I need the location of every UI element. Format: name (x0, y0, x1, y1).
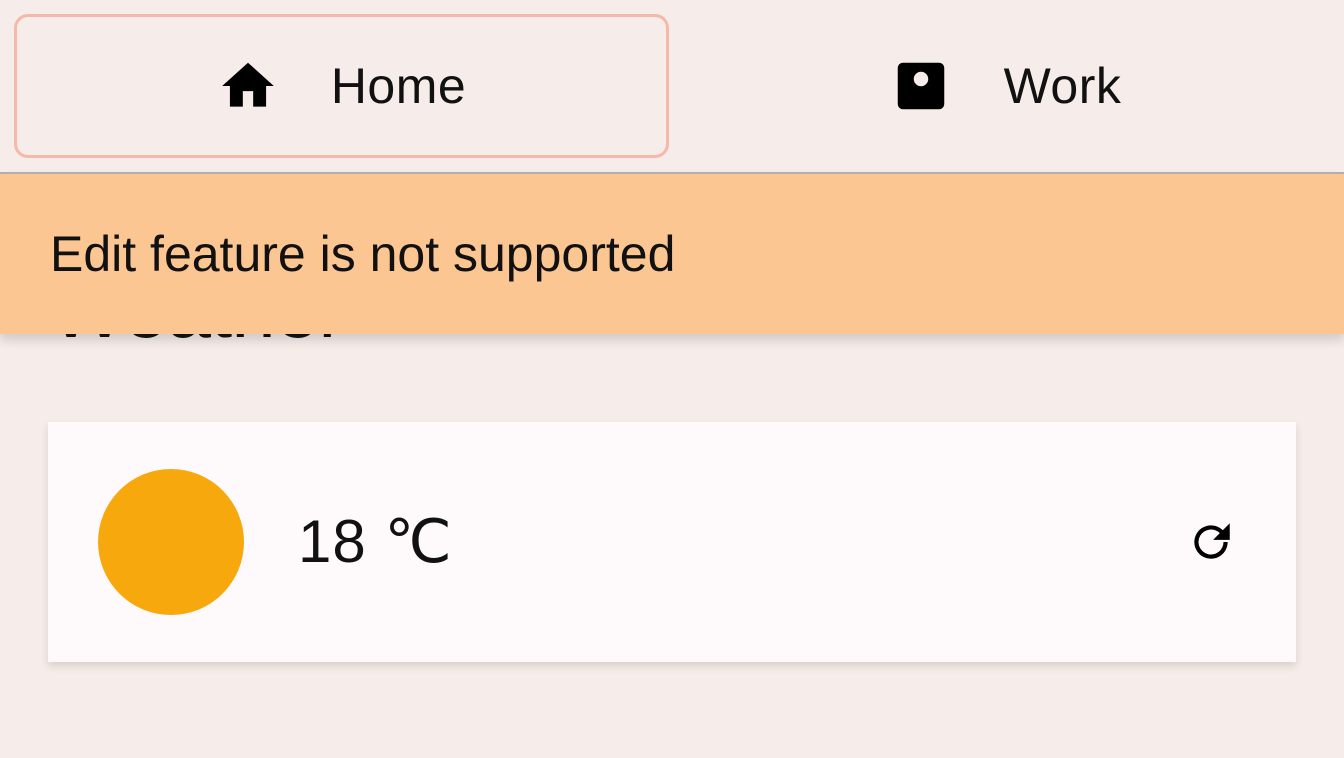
tab-home[interactable]: Home (14, 14, 669, 158)
home-icon (217, 55, 279, 117)
notification-banner: Edit feature is not supported (0, 174, 1344, 334)
refresh-button[interactable] (1186, 517, 1236, 567)
sun-icon (98, 469, 244, 615)
temperature-value: 18 ℃ (298, 507, 1132, 577)
refresh-icon (1186, 517, 1236, 567)
person-icon (890, 55, 952, 117)
notification-message: Edit feature is not supported (50, 225, 675, 283)
weather-card: 18 ℃ (48, 422, 1296, 662)
tab-work[interactable]: Work (681, 14, 1330, 158)
tab-bar: Home Work (0, 0, 1344, 174)
tab-home-label: Home (331, 57, 466, 115)
tab-work-label: Work (1004, 57, 1122, 115)
